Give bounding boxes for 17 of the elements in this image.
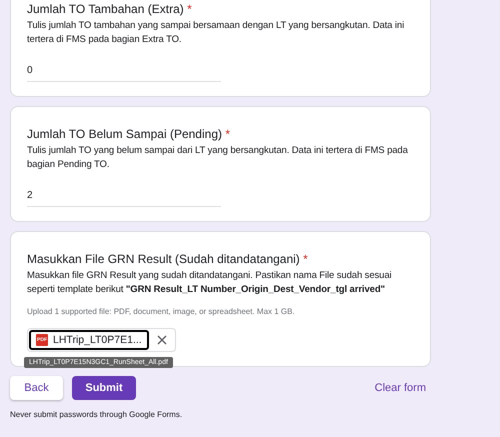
question-description: Tulis jumlah TO yang belum sampai dari LT yang bersangkutan. Data ini tertera di FMS pada bagian Pending TO. <box>27 144 409 172</box>
question-description: Tulis jumlah TO tambahan yang sampai bersamaan dengan LT yang bersangkutan. Data ini tertera di FMS pada bagian Extra TO. <box>27 19 406 47</box>
required-mark: * <box>225 127 230 141</box>
required-mark: * <box>187 2 192 16</box>
question-title: Jumlah TO Tambahan (Extra) <box>27 2 184 16</box>
submit-button[interactable]: Submit <box>72 376 136 400</box>
upload-hint: Upload 1 supported file: PDF, document, image, or spreadsheet. Max 1 GB. <box>27 307 296 316</box>
back-button[interactable]: Back <box>10 376 63 400</box>
answer-field[interactable]: 2 <box>27 190 221 207</box>
required-mark: * <box>303 252 308 266</box>
answer-field[interactable]: 0 <box>27 65 221 82</box>
question-description: Masukkan file GRN Result yang sudah ditandatangani. Pastikan nama File sudah sesuai seperti template berikut "GRN Result_LT Number_Origin_Dest_Vendor_tgl arrived" <box>27 269 393 297</box>
clear-form-link[interactable]: Clear form <box>374 382 426 394</box>
close-icon[interactable] <box>156 335 167 345</box>
question-title: Masukkan File GRN Result (Sudah ditandatangani) <box>27 252 300 266</box>
footer-note: Never submit passwords through Google Forms. <box>10 410 184 419</box>
question-title: Jumlah TO Belum Sampai (Pending) <box>27 127 222 141</box>
